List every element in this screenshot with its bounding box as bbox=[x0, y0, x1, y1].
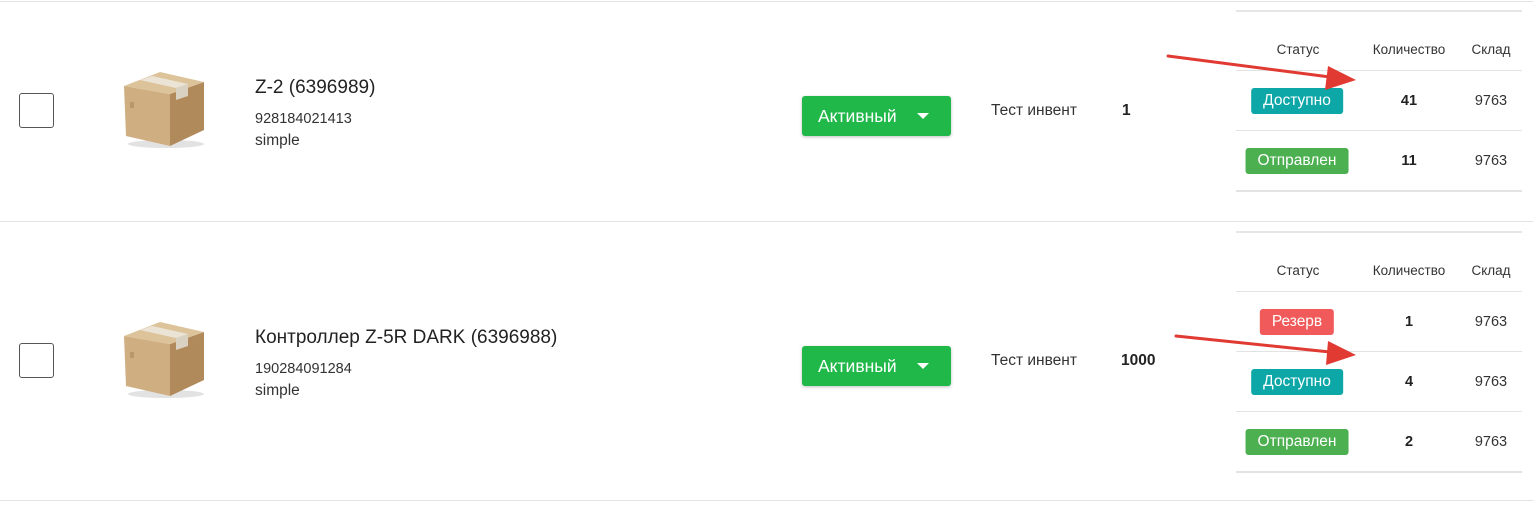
stock-quantity: 2 bbox=[1404, 434, 1414, 450]
header-warehouse: Склад bbox=[1471, 42, 1511, 57]
stock-warehouse: 9763 bbox=[1474, 153, 1508, 169]
product-row: Z-2 (6396989) 928184021413 simple Активн… bbox=[0, 0, 1533, 221]
stock-warehouse: 9763 bbox=[1474, 314, 1508, 330]
header-warehouse: Склад bbox=[1471, 263, 1511, 278]
status-badge-available: Доступно bbox=[1251, 369, 1343, 395]
stock-quantity: 1 bbox=[1404, 314, 1414, 330]
product-type: simple bbox=[255, 382, 300, 399]
caret-down-icon bbox=[917, 363, 929, 369]
cardboard-box-icon bbox=[118, 318, 210, 400]
stock-row: Доступно 41 9763 bbox=[1236, 70, 1522, 131]
status-badge-shipped: Отправлен bbox=[1245, 429, 1349, 455]
product-type: simple bbox=[255, 132, 300, 149]
inventory-quantity: 1000 bbox=[1121, 352, 1156, 369]
status-badge-reserve: Резерв bbox=[1259, 309, 1335, 335]
stock-warehouse: 9763 bbox=[1474, 93, 1508, 109]
stock-table: Статус Количество Склад Резерв 1 9763 До… bbox=[1236, 231, 1522, 473]
row-select-checkbox[interactable] bbox=[19, 93, 54, 128]
inventory-quantity: 1 bbox=[1122, 102, 1131, 119]
product-row: Контроллер Z-5R DARK (6396988) 190284091… bbox=[0, 222, 1533, 500]
stock-row: Доступно 4 9763 bbox=[1236, 351, 1522, 412]
stock-table-header: Статус Количество Склад bbox=[1236, 231, 1522, 291]
product-name[interactable]: Контроллер Z-5R DARK (6396988) bbox=[255, 327, 557, 349]
stock-table: Статус Количество Склад Доступно 41 9763… bbox=[1236, 10, 1522, 192]
header-status: Статус bbox=[1276, 263, 1320, 278]
product-barcode: 928184021413 bbox=[255, 111, 352, 127]
stock-quantity: 4 bbox=[1404, 374, 1414, 390]
row-select-checkbox[interactable] bbox=[19, 343, 54, 378]
product-barcode: 190284091284 bbox=[255, 361, 352, 377]
header-quantity: Количество bbox=[1372, 263, 1446, 278]
status-dropdown-button[interactable]: Активный bbox=[802, 96, 951, 136]
stock-warehouse: 9763 bbox=[1474, 434, 1508, 450]
status-badge-shipped: Отправлен bbox=[1245, 148, 1349, 174]
header-quantity: Количество bbox=[1372, 42, 1446, 57]
status-dropdown-label: Активный bbox=[818, 105, 897, 126]
header-status: Статус bbox=[1276, 42, 1320, 57]
inventory-name: Тест инвент bbox=[991, 102, 1077, 119]
stock-warehouse: 9763 bbox=[1474, 374, 1508, 390]
caret-down-icon bbox=[917, 113, 929, 119]
product-name[interactable]: Z-2 (6396989) bbox=[255, 77, 375, 99]
stock-table-header: Статус Количество Склад bbox=[1236, 10, 1522, 70]
status-dropdown-button[interactable]: Активный bbox=[802, 346, 951, 386]
stock-row: Резерв 1 9763 bbox=[1236, 291, 1522, 352]
stock-quantity: 41 bbox=[1400, 93, 1418, 109]
status-badge-available: Доступно bbox=[1251, 88, 1343, 114]
cardboard-box-icon bbox=[118, 68, 210, 150]
status-dropdown-label: Активный bbox=[818, 355, 897, 376]
stock-row: Отправлен 11 9763 bbox=[1236, 130, 1522, 191]
stock-quantity: 11 bbox=[1401, 153, 1417, 169]
stock-row: Отправлен 2 9763 bbox=[1236, 411, 1522, 472]
table-bottom-border bbox=[0, 500, 1533, 501]
inventory-name: Тест инвент bbox=[991, 352, 1077, 369]
